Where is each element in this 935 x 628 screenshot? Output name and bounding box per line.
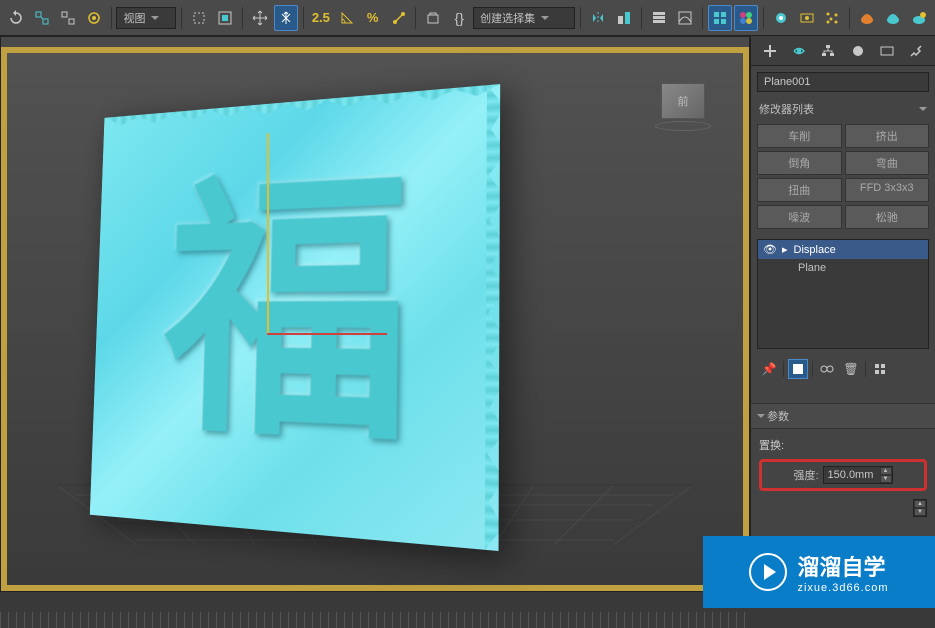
strength-up-button[interactable]: ▲ [880, 467, 892, 475]
gizmo-x-axis[interactable] [267, 333, 387, 335]
panel-tabs [751, 36, 935, 66]
strength-down-button[interactable]: ▼ [880, 475, 892, 483]
params-rollup-header[interactable]: 参数 [751, 403, 935, 429]
strength-label: 强度: [793, 467, 818, 483]
move-button[interactable] [248, 5, 272, 31]
play-icon [749, 553, 787, 591]
watermark-url: zixue.3d66.com [797, 582, 888, 594]
layer-button[interactable] [647, 5, 671, 31]
modifier-list-label: 修改器列表 [759, 101, 814, 117]
object-name-field[interactable]: Plane001 [757, 72, 929, 92]
displaced-plane-object[interactable]: 福 [72, 98, 492, 528]
params-rollup-label: 参数 [767, 408, 789, 424]
stack-item-label: Plane [798, 262, 826, 274]
undo-button[interactable] [4, 5, 28, 31]
motion-tab[interactable] [847, 40, 869, 62]
curve-editor-button[interactable] [673, 5, 697, 31]
strength-spinner[interactable]: ▲ ▼ [823, 466, 893, 484]
configure-sets-button[interactable] [870, 359, 890, 379]
selection-set-label: 创建选择集 [480, 10, 535, 26]
secondary-spinner[interactable]: ▲ ▼ [913, 499, 927, 517]
watermark-title: 溜溜自学 [797, 550, 888, 582]
stack-item-displace[interactable]: 👁 ▸ Displace [758, 240, 928, 259]
schematic-view-button[interactable] [708, 5, 732, 31]
curly-brace-button[interactable]: {} [447, 5, 471, 31]
bind-button[interactable] [82, 5, 106, 31]
view-dropdown[interactable]: 视图 [116, 7, 176, 29]
display-tab[interactable] [876, 40, 898, 62]
modifier-buttons-grid: 车削 挤出 倒角 弯曲 扭曲 FFD 3x3x3 噪波 松驰 [751, 120, 935, 233]
mod-btn-lathe[interactable]: 车削 [757, 124, 842, 148]
view-dropdown-label: 视图 [123, 10, 145, 26]
render-setup-button[interactable] [769, 5, 793, 31]
material-editor-button[interactable] [734, 5, 758, 31]
hierarchy-tab[interactable] [817, 40, 839, 62]
stack-item-label: Displace [794, 244, 836, 256]
timeline[interactable] [0, 612, 750, 628]
render-button[interactable] [855, 5, 879, 31]
viewcube-face[interactable]: 前 [661, 83, 705, 119]
visibility-icon[interactable]: 👁 [764, 244, 776, 256]
render-production-button[interactable] [881, 5, 905, 31]
align-button[interactable] [612, 5, 636, 31]
percent-snap-button[interactable]: % [361, 5, 385, 31]
select-button[interactable] [187, 5, 211, 31]
selection-set-dropdown[interactable]: 创建选择集 [473, 7, 575, 29]
mod-btn-bend[interactable]: 弯曲 [845, 151, 930, 175]
viewcube-ring[interactable] [655, 121, 711, 131]
secondary-up-button[interactable]: ▲ [914, 500, 926, 508]
displacement-group-label: 置换: [759, 437, 927, 453]
spinner-snap-button[interactable] [387, 5, 411, 31]
mod-btn-noise[interactable]: 噪波 [757, 205, 842, 229]
mod-btn-relax[interactable]: 松驰 [845, 205, 930, 229]
angle-snap-button[interactable] [335, 5, 359, 31]
scale-button[interactable]: 2.5 [309, 5, 333, 31]
mirror-button[interactable] [586, 5, 610, 31]
unlink-button[interactable] [56, 5, 80, 31]
make-unique-button[interactable] [817, 359, 837, 379]
mod-btn-extrude[interactable]: 挤出 [845, 124, 930, 148]
rotate-button[interactable] [274, 5, 298, 31]
modifier-stack[interactable]: 👁 ▸ Displace Plane [757, 239, 929, 349]
show-end-result-button[interactable] [788, 359, 808, 379]
mod-btn-bevel[interactable]: 倒角 [757, 151, 842, 175]
particle-button[interactable] [821, 5, 845, 31]
stack-item-plane[interactable]: Plane [758, 259, 928, 277]
expand-icon[interactable]: ▸ [782, 243, 788, 256]
modifier-list-dropdown[interactable]: 修改器列表 [751, 98, 935, 120]
watermark-badge: 溜溜自学 zixue.3d66.com [703, 536, 935, 608]
secondary-down-button[interactable]: ▼ [914, 508, 926, 516]
render-last-button[interactable] [907, 5, 931, 31]
gizmo-y-axis[interactable] [267, 133, 269, 333]
named-selection-button[interactable] [421, 5, 445, 31]
strength-param-row: 强度: ▲ ▼ [759, 459, 927, 491]
mod-btn-ffd[interactable]: FFD 3x3x3 [845, 178, 930, 202]
utilities-tab[interactable] [905, 40, 927, 62]
strength-input[interactable] [824, 467, 880, 483]
mod-btn-twist[interactable]: 扭曲 [757, 178, 842, 202]
pin-stack-button[interactable]: 📌 [759, 359, 779, 379]
fu-character-relief: 福 [131, 124, 448, 509]
create-tab[interactable] [759, 40, 781, 62]
viewcube[interactable]: 前 [653, 83, 713, 127]
main-toolbar: 视图 2.5 % {} 创建选择集 [0, 0, 935, 36]
viewport[interactable]: 福 前 [0, 36, 750, 592]
stack-tools: 📌 🗑 [751, 355, 935, 383]
rollup-arrow-icon [757, 414, 765, 418]
remove-modifier-button[interactable]: 🗑 [841, 359, 861, 379]
select-region-button[interactable] [213, 5, 237, 31]
render-frame-button[interactable] [795, 5, 819, 31]
command-panel: Plane001 修改器列表 车削 挤出 倒角 弯曲 扭曲 FFD 3x3x3 … [750, 36, 935, 592]
select-link-button[interactable] [30, 5, 54, 31]
percent-icon: % [367, 10, 379, 25]
modify-tab[interactable] [788, 40, 810, 62]
scale-value: 2.5 [312, 10, 330, 25]
